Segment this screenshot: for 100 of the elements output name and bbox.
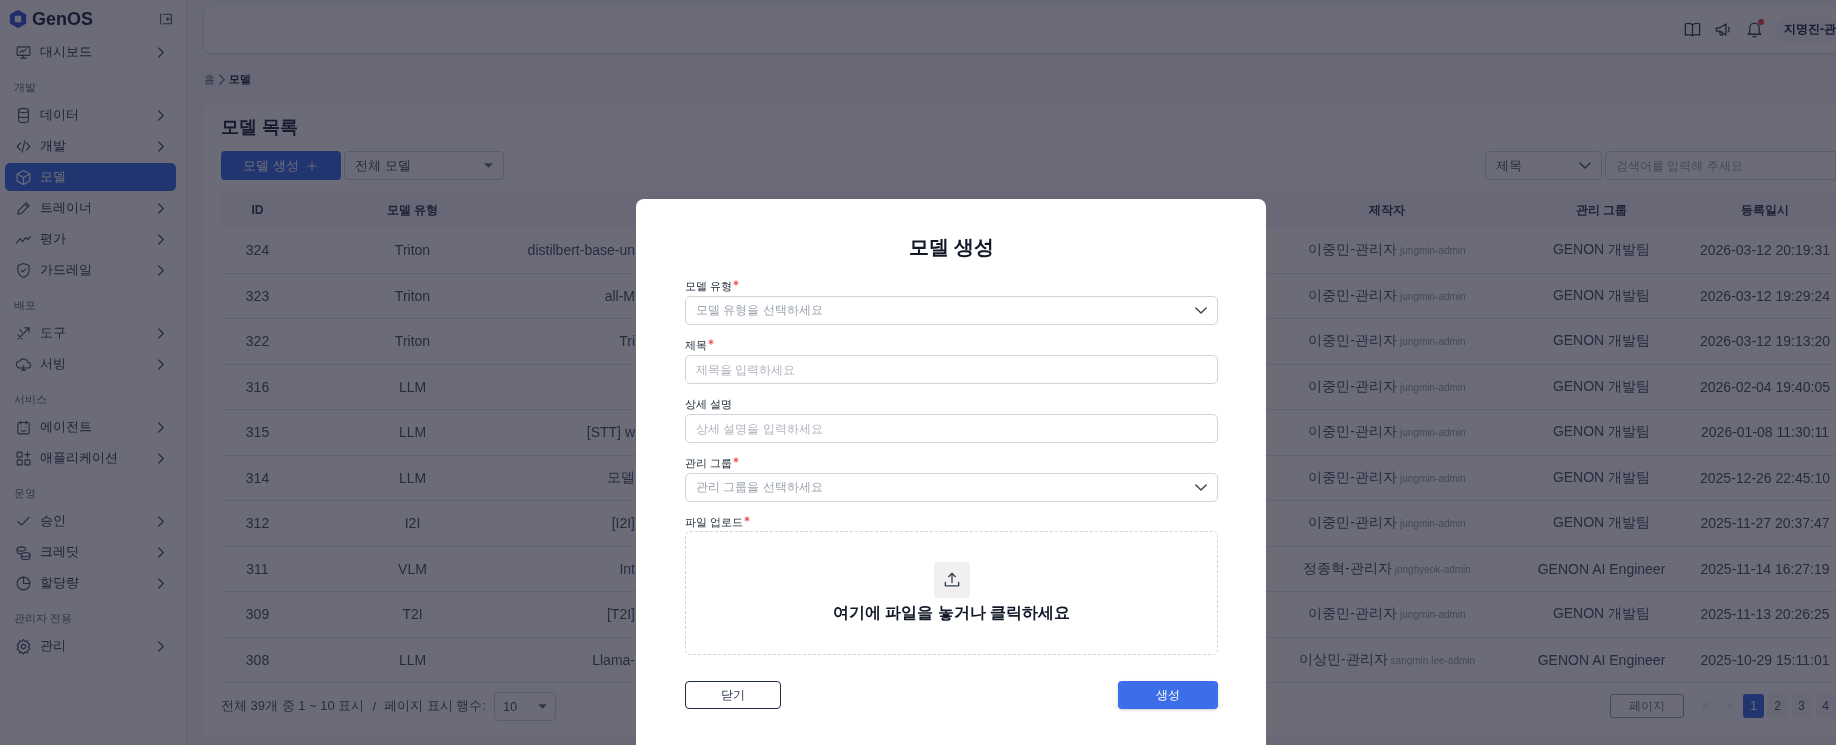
- logo-icon: [8, 9, 28, 29]
- coins-icon: [15, 543, 32, 561]
- sidebar-item[interactable]: 할당량: [5, 569, 176, 597]
- sidebar-item[interactable]: 가드레일: [5, 256, 176, 284]
- table-cell-text: 2026-02-04 19:40:05: [1699, 378, 1831, 395]
- table-cell: Int: [619, 560, 635, 577]
- sidebar-item[interactable]: 대시보드: [5, 38, 176, 66]
- table-cell: distilbert-base-un: [527, 242, 635, 259]
- creator-name: 정종혁-관리자: [1303, 559, 1392, 578]
- page-button[interactable]: 4: [1815, 694, 1836, 718]
- table-cell: [T2I]: [607, 606, 635, 623]
- table-cell-text: 308: [244, 651, 271, 668]
- table-cell-text: 311: [245, 560, 270, 577]
- sidebar-item[interactable]: 애플리케이션: [5, 444, 176, 472]
- table-cell-text: 312: [244, 515, 271, 532]
- sidebar-item[interactable]: 데이터: [5, 101, 176, 129]
- table-cell-text: GENON 개발팀: [1551, 377, 1652, 396]
- breadcrumb-current: 모델: [229, 71, 251, 87]
- sidebar-collapse-icon: [158, 11, 174, 27]
- table-cell: 모델: [607, 468, 635, 487]
- table-cell-text: 323: [244, 287, 271, 304]
- search-field-select[interactable]: 제목: [1485, 151, 1602, 180]
- separator-text: /: [372, 698, 377, 714]
- table-cell-text: 316: [244, 378, 271, 395]
- table-cell-text: LLM: [397, 469, 428, 486]
- apps-grid-icon: [15, 449, 32, 467]
- creator-name: 이중민-관리자: [1308, 286, 1398, 305]
- page-button[interactable]: 2: [1767, 694, 1788, 718]
- create-button[interactable]: 생성: [1118, 681, 1218, 709]
- table-cell-text: GENON 개발팀: [1551, 286, 1652, 305]
- table-cell-text: 2026-03-12 19:13:20: [1699, 333, 1831, 350]
- sidebar-item[interactable]: 관리: [5, 632, 176, 660]
- sidebar-item[interactable]: 모델: [5, 163, 176, 191]
- table-cell-text: LLM: [397, 651, 428, 668]
- text-field[interactable]: 상세 설명을 입력하세요: [685, 414, 1218, 443]
- create-model-button[interactable]: 모델 생성: [221, 151, 341, 180]
- dialog-title: 모델 생성: [907, 235, 996, 260]
- chevron-right-icon: [219, 73, 225, 85]
- field-label: 모델 유형: [685, 279, 733, 294]
- table-cell-text: 2025-11-14 16:27:19: [1699, 560, 1831, 577]
- field-label: 상세 설명: [685, 397, 733, 412]
- book-icon: [1683, 20, 1702, 39]
- creator-name: 이중민-관리자: [1308, 514, 1398, 533]
- row-range-text: 전체 39개 중 1 ~ 10 표시: [221, 697, 365, 715]
- select-field[interactable]: 관리 그룹을 선택하세요: [685, 473, 1218, 502]
- table-cell-text: GENON 개발팀: [1551, 423, 1652, 442]
- tools-icon: [15, 324, 32, 342]
- sidebar-item[interactable]: 승인: [5, 507, 176, 535]
- creator-name: 이상민-관리자: [1298, 650, 1388, 669]
- table-cell-text: GENON 개발팀: [1551, 514, 1652, 533]
- chevron-down-icon: [1195, 307, 1207, 314]
- table-cell-text: LLM: [397, 378, 428, 395]
- sidebar-item[interactable]: 서빙: [5, 350, 176, 378]
- column-header: 관리 그룹: [1574, 201, 1629, 219]
- page-button[interactable]: 3: [1791, 694, 1812, 718]
- table-cell: Llama-: [592, 651, 635, 668]
- table-cell-text: I2I: [403, 515, 422, 532]
- table-cell-text: 315: [244, 424, 271, 441]
- sidebar-item[interactable]: 도구: [5, 319, 176, 347]
- settings-icon: [15, 637, 32, 655]
- table-cell-text: GENON 개발팀: [1551, 332, 1652, 351]
- shield-icon: [15, 261, 32, 279]
- user-chip[interactable]: 지명진-관: [1776, 15, 1836, 44]
- chevron-down-icon: [1579, 162, 1591, 169]
- sidebar-item[interactable]: 평가: [5, 225, 176, 253]
- text-field[interactable]: 제목을 입력하세요: [685, 355, 1218, 384]
- table-cell-text: 2026-03-12 20:19:31: [1699, 242, 1831, 259]
- sidebar-item[interactable]: 개발: [5, 132, 176, 160]
- column-header: 제작자: [1368, 201, 1406, 219]
- sidebar-item[interactable]: 크레딧: [5, 538, 176, 566]
- code-icon: [15, 137, 32, 155]
- chevron-down-icon: [1195, 484, 1207, 491]
- megaphone-icon: [1714, 20, 1733, 39]
- page-button[interactable]: 1: [1743, 694, 1764, 718]
- sidebar-item[interactable]: 에이전트: [5, 413, 176, 441]
- file-dropzone[interactable]: 여기에 파일을 놓거나 클릭하세요: [685, 531, 1218, 655]
- field-label: 제목: [685, 338, 707, 353]
- caret-down-icon: [537, 703, 547, 709]
- creator-name: 이중민-관리자: [1308, 605, 1398, 624]
- model-filter-select[interactable]: 전체 모델: [344, 151, 504, 180]
- sidebar-item[interactable]: 트레이너: [5, 194, 176, 222]
- close-button[interactable]: 닫기: [685, 681, 781, 709]
- cube-icon: [15, 168, 32, 186]
- table-cell-text: 324: [244, 242, 271, 259]
- dropzone-prompt: 여기에 파일을 놓거나 클릭하세요: [832, 603, 1071, 623]
- creator-name: 이중민-관리자: [1308, 423, 1398, 442]
- table-cell-text: GENON AI Engineer: [1536, 560, 1667, 577]
- page-size-select[interactable]: 10: [493, 691, 556, 721]
- bell-icon: [1745, 20, 1764, 39]
- creator-name: 이중민-관리자: [1308, 241, 1398, 260]
- select-field[interactable]: 모델 유형을 선택하세요: [685, 296, 1218, 325]
- caret-down-icon: [484, 163, 493, 168]
- page-jump-field[interactable]: 페이지: [1610, 694, 1684, 718]
- table-cell-text: Triton: [393, 333, 432, 350]
- column-header: 등록일시: [1740, 201, 1790, 219]
- rows-per-page-label: 페이지 표시 행수:: [384, 697, 486, 715]
- pie-chart-icon: [15, 574, 32, 592]
- table-cell-text: LLM: [397, 424, 428, 441]
- logo-text: GenOS: [32, 8, 93, 30]
- database-icon: [15, 106, 32, 124]
